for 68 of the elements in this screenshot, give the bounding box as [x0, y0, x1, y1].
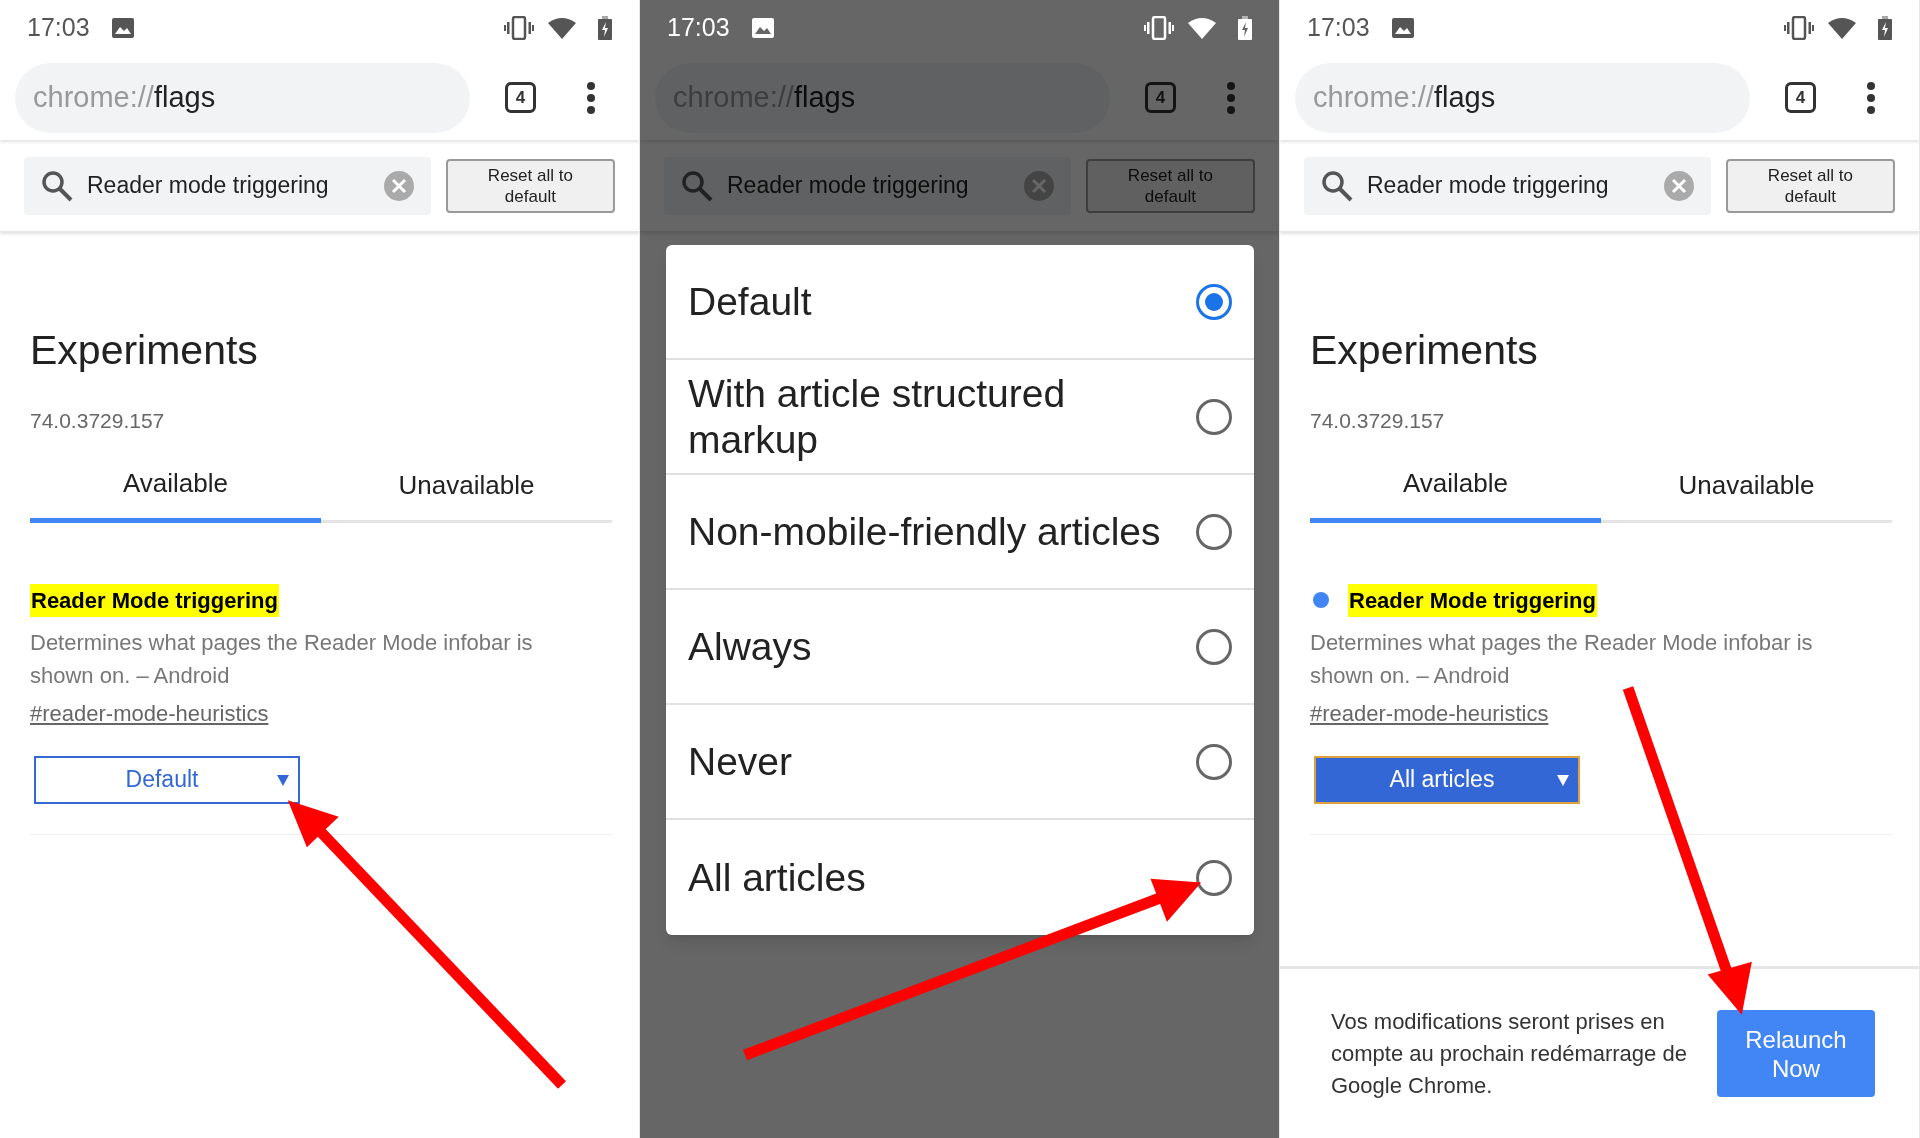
vibrate-icon: [1144, 15, 1174, 40]
tab-count-button[interactable]: 4: [505, 82, 536, 113]
vibrate-icon: [504, 15, 534, 40]
caret-icon: [277, 774, 289, 786]
flag-description: Determines what pages the Reader Mode infobar is shown on. – Android: [1310, 628, 1814, 690]
reset-all-button[interactable]: Reset all to default: [1725, 158, 1895, 213]
image-icon: [1391, 17, 1414, 38]
vibrate-icon: [1784, 15, 1814, 40]
menu-icon: [1866, 81, 1876, 114]
option-row[interactable]: With article structured markup: [666, 360, 1254, 475]
status-time: 17:03: [1307, 11, 1370, 43]
option-label: Non-mobile-friendly articles: [688, 508, 1162, 555]
clear-icon: [383, 170, 414, 201]
option-row[interactable]: Always: [666, 590, 1254, 705]
flag-link[interactable]: #reader-mode-heuristics: [1310, 696, 1549, 730]
page-title: Experiments: [30, 330, 259, 371]
option-label: Always: [688, 623, 813, 670]
page-title: Experiments: [1310, 330, 1539, 371]
option-label: All articles: [688, 854, 867, 901]
relaunch-button[interactable]: Relaunch Now: [1716, 1010, 1875, 1097]
address-bar[interactable]: chrome://flags: [1295, 62, 1750, 133]
menu-icon: [1226, 81, 1236, 114]
radio-button[interactable]: [1196, 398, 1232, 435]
tab[interactable]: Unavailable: [321, 456, 612, 523]
radio-button[interactable]: [1196, 513, 1232, 550]
flag-description: Determines what pages the Reader Mode infobar is shown on. – Android: [30, 628, 534, 690]
clear-icon: [1023, 170, 1054, 201]
search-icon: [1321, 169, 1353, 202]
option-row[interactable]: Non-mobile-friendly articles: [666, 475, 1254, 590]
select-dropdown[interactable]: Default: [34, 755, 300, 804]
option-label: Default: [688, 278, 813, 325]
radio-button[interactable]: [1196, 743, 1232, 780]
clear-icon: [1663, 170, 1694, 201]
tab[interactable]: Unavailable: [1601, 456, 1892, 523]
option-label: Never: [688, 738, 794, 785]
option-row[interactable]: Default: [666, 245, 1254, 360]
status-time: 17:03: [667, 11, 730, 43]
reset-all-button[interactable]: Reset all to default: [445, 158, 615, 213]
option-label: With article structured markup: [688, 370, 1067, 463]
image-icon: [111, 17, 134, 38]
select-dropdown[interactable]: All articles: [1314, 755, 1580, 804]
image-icon: [751, 17, 774, 38]
tab[interactable]: Available: [30, 456, 321, 523]
battery-charging-icon: [598, 15, 612, 40]
search-field[interactable]: Reader mode triggering: [1304, 156, 1711, 215]
flag-title: Reader Mode triggering: [1348, 583, 1597, 617]
status-time: 17:03: [27, 11, 90, 43]
version-text: 74.0.3729.157: [1310, 408, 1446, 434]
radio-button[interactable]: [1196, 283, 1232, 320]
wifi-icon: [1188, 16, 1216, 39]
search-icon: [41, 169, 73, 202]
option-row[interactable]: Never: [666, 705, 1254, 820]
search-field[interactable]: Reader mode triggering: [24, 156, 431, 215]
address-bar[interactable]: chrome://flags: [15, 62, 470, 133]
battery-charging-icon: [1238, 15, 1252, 40]
flag-link[interactable]: #reader-mode-heuristics: [30, 696, 269, 730]
relaunch-message: Vos modifications seront prises en compte au prochain redémarrage de Google Chrome.: [1331, 1007, 1688, 1100]
search-icon: [681, 169, 713, 202]
menu-icon: [586, 81, 596, 114]
wifi-icon: [1828, 16, 1856, 39]
flag-title: Reader Mode triggering: [30, 583, 279, 617]
radio-button[interactable]: [1196, 628, 1232, 665]
caret-icon: [1557, 774, 1569, 786]
tab-count-button[interactable]: 4: [1785, 82, 1816, 113]
version-text: 74.0.3729.157: [30, 408, 166, 434]
battery-charging-icon: [1878, 15, 1892, 40]
tab[interactable]: Available: [1310, 456, 1601, 523]
wifi-icon: [548, 16, 576, 39]
